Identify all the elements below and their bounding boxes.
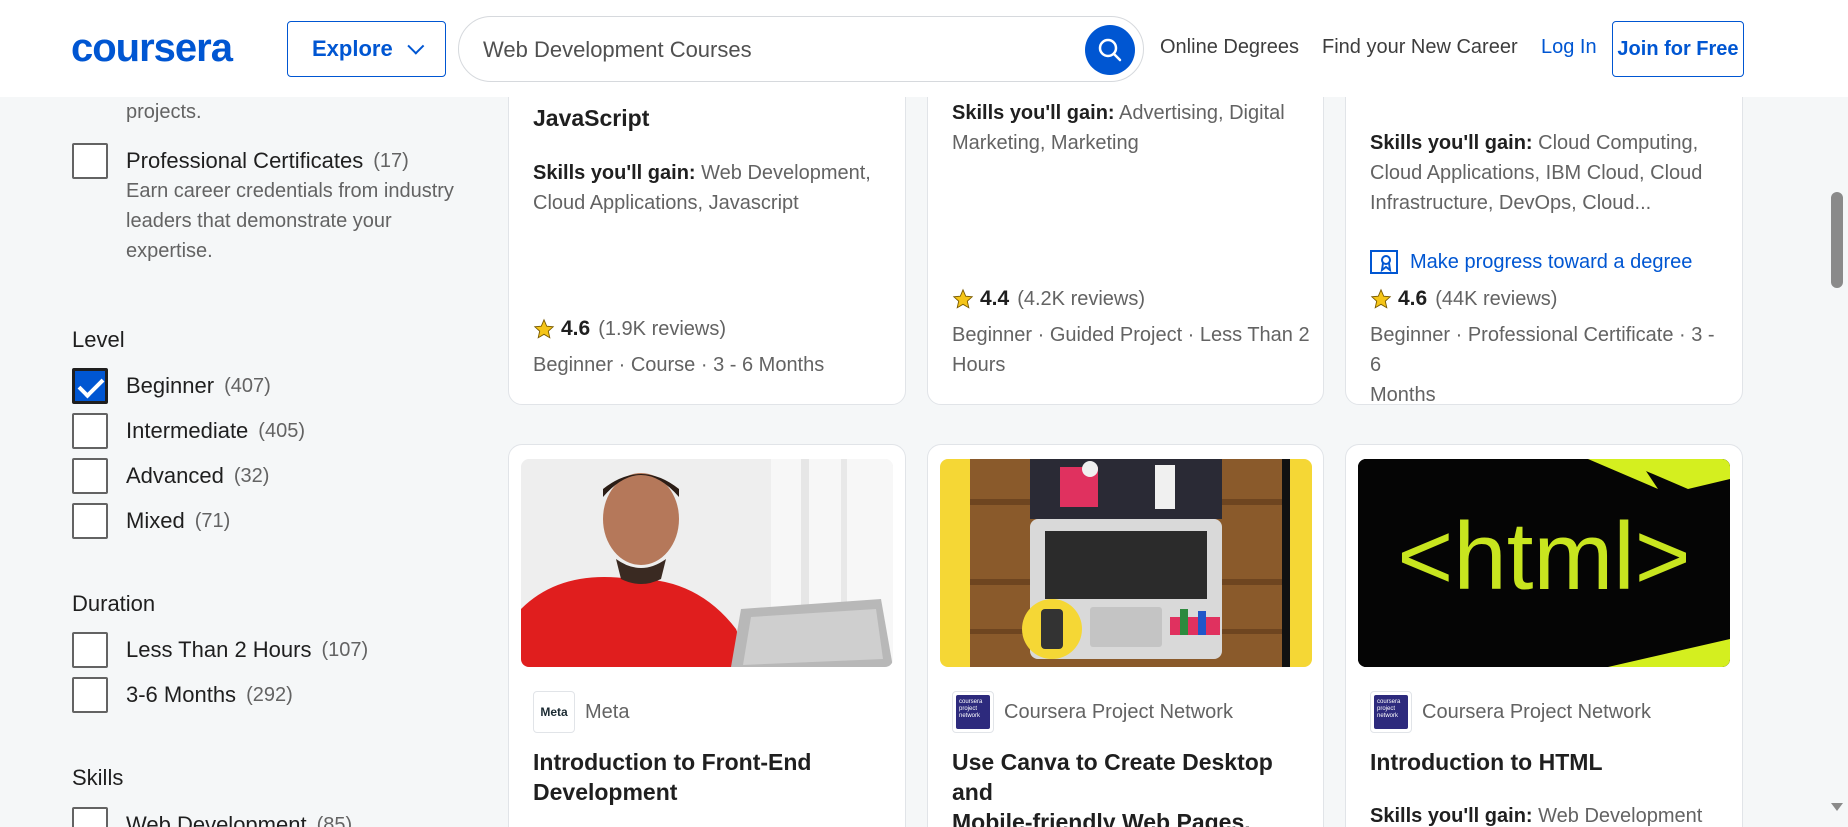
star-icon [533,318,555,339]
course-card[interactable]: Meta Meta Introduction to Front-End Devel… [508,444,906,827]
checkbox[interactable] [72,458,108,494]
search-input[interactable] [483,35,1043,65]
filter-level-intermediate[interactable]: Intermediate (405) [72,413,305,449]
explore-button[interactable]: Explore [287,21,446,77]
course-thumbnail [940,459,1312,667]
checkbox[interactable] [72,677,108,713]
checkbox[interactable] [72,143,108,179]
filter-count: (17) [373,149,409,172]
explore-label: Explore [312,36,393,61]
star-icon [1370,288,1392,309]
star-icon [952,288,974,309]
filter-level-beginner[interactable]: Beginner (407) [72,368,271,404]
search-icon [1098,38,1122,62]
checkbox[interactable] [72,503,108,539]
filter-count: (71) [194,509,231,532]
filter-prof-cert[interactable]: Professional Certificates (17) [72,143,409,179]
coursera-project-network-logo: coursera project network [1370,691,1412,733]
rating: 4.6 (1.9K reviews) [533,317,726,341]
course-thumbnail [521,459,893,667]
nav-find-career[interactable]: Find your New Career [1322,36,1518,59]
prof-cert-desc-3: expertise. [126,240,213,262]
top-header: coursera Explore Online Degrees Find you… [0,0,1848,97]
filter-count: (292) [246,683,293,706]
filter-count: (85) [316,813,353,827]
filter-label: Web Development [126,812,307,827]
filter-count: (405) [258,419,305,442]
prev-filter-desc: projects. [126,101,202,123]
prof-cert-desc-2: leaders that demonstrate your [126,210,392,232]
course-card[interactable]: coursera project network Coursera Projec… [927,444,1324,827]
filter-duration-short[interactable]: Less Than 2 Hours (107) [72,632,368,668]
partner-name: Coursera Project Network [1004,700,1233,723]
coursera-project-network-logo: coursera project network [952,691,994,733]
filter-level-advanced[interactable]: Advanced (32) [72,458,269,494]
meta-logo: Meta [533,691,575,733]
partner-name: Meta [585,700,630,723]
html-tag-image-text: <html> [1397,503,1690,610]
course-thumbnail: <html> [1358,459,1730,667]
level-heading: Level [72,327,125,352]
search-button[interactable] [1085,25,1135,75]
filter-count: (107) [321,638,369,661]
skills-heading: Skills [72,765,124,790]
filter-label: Professional Certificates [126,148,364,173]
course-title[interactable]: Introduction to Front-End Development [533,747,893,807]
coursera-logo[interactable]: coursera [71,26,233,71]
join-for-free-button[interactable]: Join for Free [1612,21,1744,77]
page-scrollbar[interactable] [1826,97,1848,827]
filter-duration-3-6-months[interactable]: 3-6 Months (292) [72,677,293,713]
course-meta: Beginner · Professional Certificate · 3 … [1370,324,1715,405]
rating: 4.4 (4.2K reviews) [952,287,1145,311]
filter-label: 3-6 Months [126,682,237,707]
checkbox[interactable] [72,413,108,449]
filter-level-mixed[interactable]: Mixed (71) [72,503,230,539]
login-link[interactable]: Log In [1541,36,1597,59]
search-bar [458,16,1144,82]
partner-info: Meta Meta [533,691,629,733]
filter-label: Less Than 2 Hours [126,637,312,662]
partner-info: coursera project network Coursera Projec… [1370,691,1651,733]
chevron-down-icon [407,37,425,55]
prof-cert-desc-1: Earn career credentials from industry [126,180,454,202]
checkbox-checked[interactable] [72,368,108,404]
course-meta: Beginner · Guided Project · Less Than 2H… [952,324,1310,376]
partner-info: coursera project network Coursera Projec… [952,691,1233,733]
duration-heading: Duration [72,591,156,616]
course-title[interactable]: Introduction to HTML [1370,747,1730,777]
checkbox[interactable] [72,807,108,827]
certificate-icon [1370,250,1398,274]
skills-text: Skills you'll gain: Cloud Computing, Clou… [1370,132,1703,214]
scrollbar-thumb[interactable] [1831,192,1843,288]
partner-name: Coursera Project Network [1422,700,1651,723]
skills-text: Skills you'll gain: Web Development, Clou… [533,162,871,214]
filter-label: Mixed [126,508,185,533]
rating: 4.6 (44K reviews) [1370,287,1557,311]
skills-text: Skills you'll gain: Web Development [1370,805,1703,827]
filter-skill-web-dev[interactable]: Web Development (85) [72,807,352,827]
filter-label: Advanced [126,463,224,488]
course-title: JavaScript [533,105,650,131]
filter-label: Intermediate [126,418,249,443]
filter-label: Beginner [126,373,215,398]
course-meta: Beginner · Course · 3 - 6 Months [533,354,825,376]
course-title[interactable]: Use Canva to Create Desktop and Mobile-fr… [952,747,1312,827]
course-card[interactable]: <html> coursera project network Coursera… [1345,444,1743,827]
skills-text: Skills you'll gain: Advertising, Digital… [952,102,1285,154]
filter-sidebar: projects. Professional Certificates (17)… [0,97,490,827]
checkbox[interactable] [72,632,108,668]
scroll-down-arrow-icon[interactable] [1831,803,1843,811]
degree-credit-link[interactable]: Make progress toward a degree [1370,250,1692,274]
filter-count: (407) [224,374,271,397]
nav-online-degrees[interactable]: Online Degrees [1160,36,1299,59]
filter-count: (32) [233,464,270,487]
